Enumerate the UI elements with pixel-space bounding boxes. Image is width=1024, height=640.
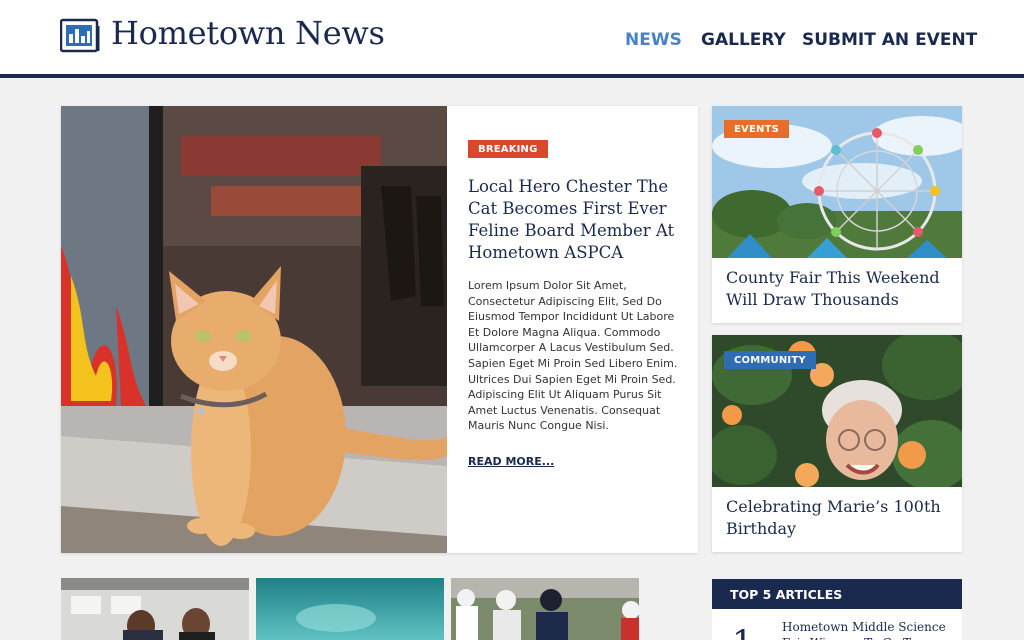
bottom-card-water-photo[interactable] <box>256 578 444 640</box>
breaking-badge: BREAKING <box>468 140 548 158</box>
nav-submit-an-event[interactable]: SUBMIT AN EVENT <box>802 30 977 50</box>
side-card-county-fair[interactable]: EVENTS County Fair This Weekend Will Dra… <box>712 106 962 323</box>
read-more-link[interactable]: READ MORE... <box>468 455 554 468</box>
top-5-article-link[interactable]: Hometown Middle Science Fair Winners To … <box>782 619 952 640</box>
bottom-card-people-photo[interactable] <box>61 578 249 640</box>
nav-gallery[interactable]: GALLERY <box>701 30 786 50</box>
nav-news[interactable]: NEWS <box>625 30 682 50</box>
side-card-marie-birthday[interactable]: COMMUNITY Celebrating Marie’s 100th Birt… <box>712 335 962 552</box>
marie-birthday-headline[interactable]: Celebrating Marie’s 100th Birthday <box>726 496 951 540</box>
feature-excerpt: Lorem Ipsum Dolor Sit Amet, Consectetur … <box>468 279 678 433</box>
top-5-heading: TOP 5 ARTICLES <box>730 587 843 602</box>
newspaper-icon[interactable] <box>60 18 100 53</box>
top-5-articles-panel: TOP 5 ARTICLES 1 Hometown Middle Science… <box>712 579 962 640</box>
feature-headline[interactable]: Local Hero Chester The Cat Becomes First… <box>468 176 683 264</box>
community-badge: COMMUNITY <box>724 351 816 369</box>
site-header: Hometown News NEWS GALLERY SUBMIT AN EVE… <box>0 0 1024 78</box>
top-5-rank: 1 <box>732 623 754 640</box>
site-title[interactable]: Hometown News <box>111 14 385 52</box>
events-badge: EVENTS <box>724 120 789 138</box>
county-fair-headline[interactable]: County Fair This Weekend Will Draw Thous… <box>726 267 951 311</box>
feature-card: BREAKING Local Hero Chester The Cat Beco… <box>61 106 698 553</box>
bottom-card-football-photo[interactable] <box>451 578 639 640</box>
feature-cat-photo[interactable] <box>61 106 447 553</box>
feature-content: BREAKING Local Hero Chester The Cat Beco… <box>468 106 683 553</box>
top-5-header: TOP 5 ARTICLES <box>712 579 962 609</box>
